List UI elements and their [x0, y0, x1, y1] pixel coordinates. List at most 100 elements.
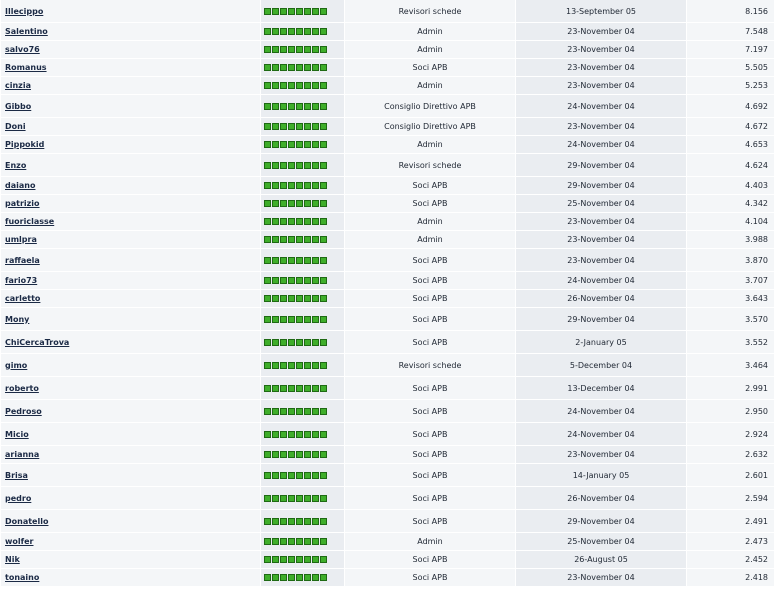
cell-group: Admin [345, 41, 515, 58]
cell-join-date: 23-November 04 [516, 118, 686, 135]
username-link[interactable]: wolfer [5, 537, 33, 546]
rank-pip-icon [264, 182, 271, 189]
rank-pip-icon [320, 338, 327, 346]
username-link[interactable]: daiano [5, 181, 35, 190]
username-link[interactable]: Pippokid [5, 140, 44, 149]
rank-pip-icon [320, 182, 327, 189]
rank-pip-icon [296, 471, 303, 479]
rank-pip-icon [280, 338, 287, 346]
rank-pip-icon [320, 28, 327, 35]
username-link[interactable]: raffaela [5, 256, 40, 265]
table-row: Nik Soci APB 26-August 05 2.452 [1, 551, 774, 568]
rank-pip-icon [320, 494, 327, 502]
username-link[interactable]: arianna [5, 450, 39, 459]
username-link[interactable]: umlpra [5, 235, 37, 244]
cell-score: 7.197 [687, 41, 774, 58]
username-link[interactable]: fuoriclasse [5, 217, 54, 226]
cell-join-date: 25-November 04 [516, 533, 686, 550]
rank-pip-icon [264, 517, 271, 525]
rank-pip-icon [288, 218, 295, 225]
username-link[interactable]: Pedroso [5, 407, 42, 416]
username-link[interactable]: Donatello [5, 517, 48, 526]
cell-group: Revisori schede [345, 154, 515, 176]
rank-pip-icon [320, 218, 327, 225]
rank-pips-icon [264, 430, 327, 438]
cell-score: 3.464 [687, 354, 774, 376]
rank-pip-icon [264, 7, 271, 15]
rank-pip-icon [288, 556, 295, 563]
cell-rank [261, 331, 344, 353]
username-link[interactable]: patrizio [5, 199, 40, 208]
rank-pip-icon [288, 236, 295, 243]
cell-username: gimo [1, 354, 260, 376]
rank-pips-icon [264, 517, 327, 525]
rank-pip-icon [320, 236, 327, 243]
rank-pip-icon [312, 315, 319, 323]
rank-pip-icon [280, 295, 287, 302]
username-link[interactable]: cinzia [5, 81, 31, 90]
username-link[interactable]: fario73 [5, 276, 37, 285]
cell-rank [261, 249, 344, 271]
cell-group: Revisori schede [345, 0, 515, 22]
cell-group: Soci APB [345, 59, 515, 76]
rank-pip-icon [288, 46, 295, 53]
rank-pip-icon [288, 200, 295, 207]
rank-pip-icon [304, 430, 311, 438]
username-link[interactable]: carletto [5, 294, 40, 303]
rank-pip-icon [280, 182, 287, 189]
username-link[interactable]: tonaino [5, 573, 39, 582]
rank-pip-icon [288, 256, 295, 264]
username-link[interactable]: Doni [5, 122, 26, 131]
cell-join-date: 5-December 04 [516, 354, 686, 376]
username-link[interactable]: ChiCercaTrova [5, 338, 69, 347]
rank-pip-icon [304, 161, 311, 169]
username-link[interactable]: roberto [5, 384, 39, 393]
cell-username: fuoriclasse [1, 213, 260, 230]
cell-username: Romanus [1, 59, 260, 76]
table-row: Pedroso Soci APB 24-November 04 2.950 [1, 400, 774, 422]
username-link[interactable]: Enzo [5, 161, 26, 170]
username-link[interactable]: pedro [5, 494, 31, 503]
rank-pip-icon [296, 494, 303, 502]
username-link[interactable]: Gibbo [5, 102, 31, 111]
username-link[interactable]: gimo [5, 361, 27, 370]
rank-pip-icon [304, 556, 311, 563]
table-row: gimo Revisori schede 5-December 04 3.464 [1, 354, 774, 376]
username-link[interactable]: Illecippo [5, 7, 43, 16]
table-row: cinzia Admin 23-November 04 5.253 [1, 77, 774, 94]
rank-pip-icon [320, 471, 327, 479]
username-link[interactable]: Romanus [5, 63, 47, 72]
cell-join-date: 2-January 05 [516, 331, 686, 353]
username-link[interactable]: Salentino [5, 27, 48, 36]
cell-score: 2.991 [687, 377, 774, 399]
rank-pip-icon [304, 64, 311, 71]
rank-pip-icon [296, 361, 303, 369]
rank-pip-icon [296, 430, 303, 438]
cell-rank [261, 0, 344, 22]
rank-pip-icon [320, 46, 327, 53]
username-link[interactable]: Brisa [5, 471, 28, 480]
cell-username: salvo76 [1, 41, 260, 58]
username-link[interactable]: salvo76 [5, 45, 40, 54]
rank-pip-icon [296, 517, 303, 525]
cell-group: Soci APB [345, 569, 515, 586]
rank-pip-icon [296, 141, 303, 148]
rank-pip-icon [320, 123, 327, 130]
cell-rank [261, 308, 344, 330]
cell-username: cinzia [1, 77, 260, 94]
cell-group: Soci APB [345, 290, 515, 307]
rank-pip-icon [272, 338, 279, 346]
rank-pip-icon [264, 556, 271, 563]
rank-pip-icon [296, 200, 303, 207]
rank-pip-icon [320, 161, 327, 169]
rank-pips-icon [264, 295, 327, 302]
username-link[interactable]: Micio [5, 430, 29, 439]
cell-join-date: 24-November 04 [516, 136, 686, 153]
rank-pip-icon [280, 141, 287, 148]
username-link[interactable]: Mony [5, 315, 29, 324]
cell-join-date: 23-November 04 [516, 249, 686, 271]
rank-pip-icon [312, 7, 319, 15]
rank-pip-icon [264, 102, 271, 110]
username-link[interactable]: Nik [5, 555, 20, 564]
cell-score: 2.924 [687, 423, 774, 445]
